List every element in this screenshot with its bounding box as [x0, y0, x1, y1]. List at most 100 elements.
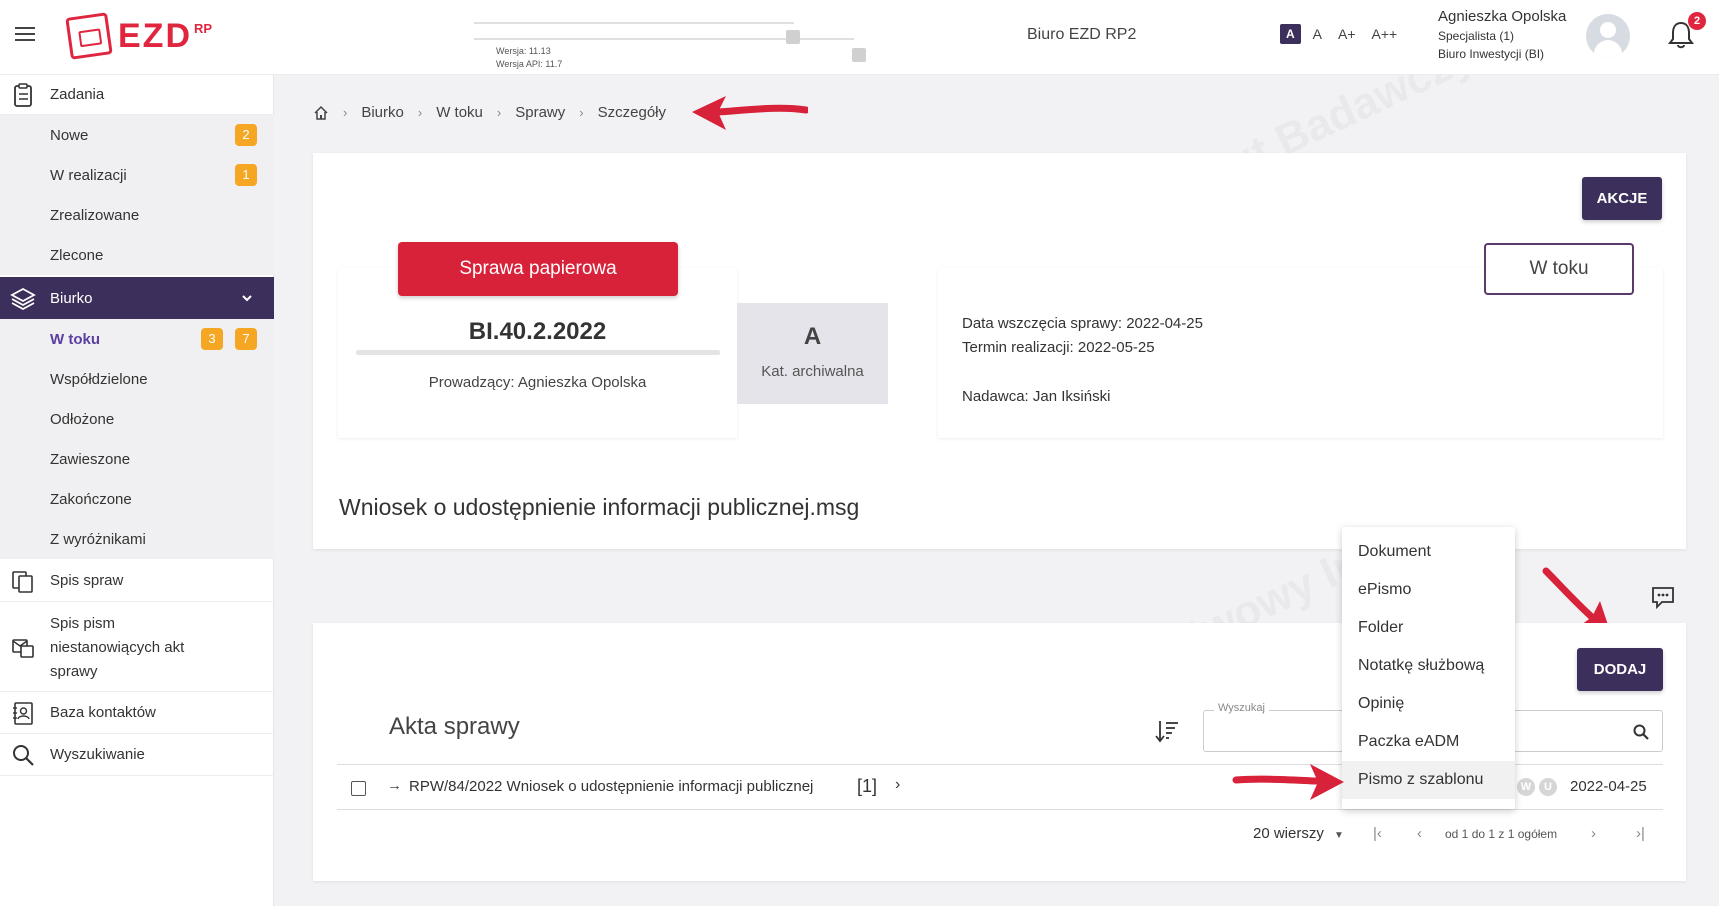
sidebar-item-label: Spis pism niestanowiących akt sprawy	[50, 612, 184, 684]
app-logo[interactable]: EZD RP	[65, 12, 212, 60]
sidebar-item-baza-kontaktow[interactable]: Baza kontaktów	[0, 692, 274, 734]
breadcrumb-biurko[interactable]: Biurko	[361, 104, 404, 121]
sidebar-item-zlecone[interactable]: Zlecone	[0, 235, 274, 275]
chevron-right-icon[interactable]: ›	[895, 776, 900, 794]
hamburger-menu-icon[interactable]	[15, 27, 35, 43]
case-number: BI.40.2.2022	[468, 318, 607, 345]
sidebar-item-z-wyroznikami[interactable]: Z wyróżnikami	[0, 519, 274, 559]
font-size-large-button[interactable]: A+	[1334, 24, 1360, 44]
breadcrumb-szczegoly: Szczegóły	[597, 104, 666, 121]
sidebar-item-label: W toku	[50, 330, 100, 348]
sidebar-item-label: Zakończone	[50, 490, 132, 508]
avatar[interactable]	[1586, 14, 1630, 58]
sidebar-item-w-toku[interactable]: W toku 3 7	[0, 319, 274, 359]
sidebar-item-label: Biurko	[50, 289, 93, 307]
sidebar-item-label: Współdzielone	[50, 370, 148, 388]
sidebar-item-label: W realizacji	[50, 166, 127, 184]
sidebar-item-label: Zrealizowane	[50, 206, 140, 224]
font-size-default-button[interactable]: A	[1280, 24, 1301, 44]
breadcrumb-w-toku[interactable]: W toku	[436, 104, 483, 121]
menu-item-dokument[interactable]: Dokument	[1342, 533, 1515, 571]
office-name: Biuro EZD RP2	[1027, 26, 1137, 43]
case-title: Wniosek o udostępnienie informacji publi…	[339, 494, 860, 520]
caret-down-icon: ▼	[1334, 830, 1344, 841]
rows-per-page-value: 20 wierszy	[1253, 825, 1324, 842]
menu-item-notatka[interactable]: Notatkę służbową	[1342, 647, 1515, 685]
search-icon[interactable]	[1632, 723, 1650, 741]
sidebar-item-label: Zadania	[50, 86, 105, 103]
sidebar-item-zakonczone[interactable]: Zakończone	[0, 479, 274, 519]
breadcrumb-separator: ›	[579, 105, 584, 120]
clipboard-icon	[14, 82, 32, 107]
breadcrumb-sprawy[interactable]: Sprawy	[515, 104, 565, 121]
label-line: Spis pism	[50, 615, 116, 632]
label-line: sprawy	[50, 663, 98, 680]
count-badge: 2	[235, 124, 257, 146]
sidebar-item-label: Odłożone	[50, 410, 115, 428]
chevron-down-icon	[242, 295, 252, 302]
sidebar-item-zawieszone[interactable]: Zawieszone	[0, 439, 274, 479]
files-icon	[12, 570, 33, 593]
rows-per-page-select[interactable]: 20 wierszy ▼	[1253, 825, 1344, 842]
comment-icon[interactable]	[1650, 584, 1676, 610]
archive-category-box: A Kat. archiwalna	[737, 303, 888, 404]
add-dropdown-menu: Dokument ePismo Folder Notatkę służbową …	[1342, 527, 1515, 809]
sidebar-item-zadania[interactable]: Zadania	[0, 75, 274, 115]
row-arrow-icon: →	[387, 777, 402, 794]
sidebar-item-label: Baza kontaktów	[50, 704, 156, 721]
dodaj-button[interactable]: DODAJ	[1577, 648, 1663, 691]
sort-icon[interactable]	[1154, 718, 1180, 744]
count-badge: 7	[235, 328, 257, 350]
status-badge: W toku	[1484, 243, 1634, 295]
top-bar: EZD RP Wersja: 11.13 Wersja API: 11.7 Bi…	[0, 0, 1719, 75]
breadcrumb-separator: ›	[343, 105, 348, 120]
sidebar-item-label: Spis spraw	[50, 572, 124, 589]
case-type-label: Sprawa papierowa	[398, 242, 678, 296]
notification-badge: 2	[1688, 12, 1706, 30]
prev-page-icon[interactable]: ‹	[1417, 825, 1422, 842]
user-name: Agnieszka Opolska	[1438, 8, 1567, 25]
deadline: Termin realizacji: 2022-05-25	[962, 339, 1155, 356]
user-department: Biuro Inwestycji (BI)	[1438, 47, 1545, 61]
home-icon[interactable]	[313, 105, 329, 121]
contacts-book-icon	[13, 701, 33, 725]
status-badge-w: W	[1517, 778, 1535, 796]
next-page-icon[interactable]: ›	[1591, 825, 1596, 842]
sidebar-item-spis-spraw[interactable]: Spis spraw	[0, 560, 274, 602]
layers-icon	[10, 287, 36, 311]
menu-item-folder[interactable]: Folder	[1342, 609, 1515, 647]
sidebar-item-w-realizacji[interactable]: W realizacji 1	[0, 155, 274, 195]
font-size-small-button[interactable]: A	[1309, 24, 1326, 44]
sidebar: Zadania Nowe 2 W realizacji 1 Zrealizowa…	[0, 75, 274, 906]
user-info[interactable]: Agnieszka Opolska Specjalista (1) Biuro …	[1438, 8, 1566, 61]
status-badge-u: U	[1539, 778, 1557, 796]
row-checkbox[interactable]	[351, 781, 366, 796]
sidebar-item-wyszukiwanie[interactable]: Wyszukiwanie	[0, 734, 274, 776]
row-count: [1]	[857, 776, 878, 796]
row-document-name[interactable]: RPW/84/2022 Wniosek o udostępnienie info…	[409, 778, 813, 795]
first-page-icon[interactable]: |‹	[1373, 825, 1382, 842]
count-badge: 1	[235, 164, 257, 186]
menu-item-epismo[interactable]: ePismo	[1342, 571, 1515, 609]
breadcrumb-separator: ›	[496, 105, 502, 120]
version-text: Wersja: 11.13	[496, 46, 551, 56]
pagination-info: od 1 do 1 z 1 ogółem	[1445, 827, 1558, 841]
sidebar-item-spis-pism[interactable]: Spis pism niestanowiących akt sprawy	[0, 602, 274, 692]
menu-item-opinia[interactable]: Opinię	[1342, 685, 1515, 723]
label-line: niestanowiących akt	[50, 639, 185, 656]
last-page-icon[interactable]: ›|	[1636, 825, 1645, 842]
sidebar-item-nowe[interactable]: Nowe 2	[0, 115, 274, 155]
font-size-switcher: A A A+ A++	[1280, 24, 1401, 44]
start-date: Data wszczęcia sprawy: 2022-04-25	[962, 315, 1203, 332]
menu-item-pismo-z-szablonu[interactable]: Pismo z szablonu	[1342, 761, 1515, 799]
akcje-button[interactable]: AKCJE	[1582, 177, 1662, 220]
font-size-xlarge-button[interactable]: A++	[1368, 24, 1402, 44]
search-label: Wyszukaj	[1214, 702, 1269, 714]
sidebar-item-zrealizowane[interactable]: Zrealizowane	[0, 195, 274, 235]
sidebar-item-wspoldzielone[interactable]: Współdzielone	[0, 359, 274, 399]
sidebar-item-odlozone[interactable]: Odłożone	[0, 399, 274, 439]
menu-item-paczka-eadm[interactable]: Paczka eADM	[1342, 723, 1515, 761]
sidebar-item-biurko[interactable]: Biurko	[0, 277, 274, 319]
version-info: Wersja: 11.13 Wersja API: 11.7	[474, 14, 874, 69]
mail-stack-icon	[12, 638, 34, 658]
